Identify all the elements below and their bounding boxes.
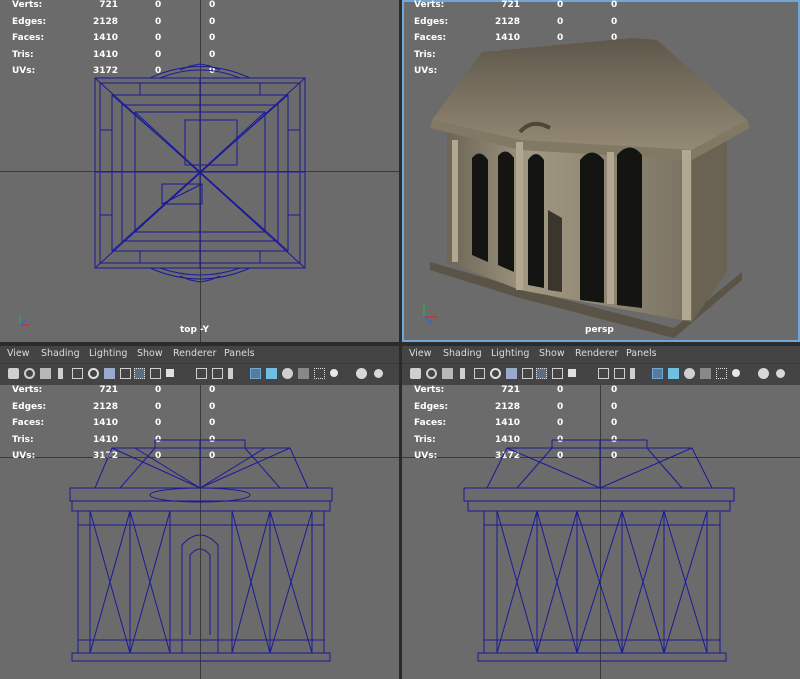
use-lights-icon[interactable] [298, 368, 309, 379]
ambient-occlusion-icon[interactable] [330, 369, 338, 377]
resolution-gate-icon[interactable] [490, 368, 501, 379]
menu-view[interactable]: View [409, 348, 432, 359]
default-material-icon[interactable] [668, 368, 679, 379]
wireframe-icon[interactable] [598, 368, 609, 379]
ambient-occlusion-icon[interactable] [732, 369, 740, 377]
persp-viewport[interactable]: Verts: 721 0 0 Edges: 2128 0 0 Faces: 1410 0 0 Tr… [402, 0, 800, 342]
textured-icon[interactable] [282, 368, 293, 379]
default-material-icon[interactable] [266, 368, 277, 379]
gate-mask-icon[interactable] [506, 368, 517, 379]
panel-menubar: View Shading Lighting Show Renderer Pane… [0, 346, 399, 363]
menu-panels[interactable]: Panels [224, 348, 255, 359]
smooth-shade-icon[interactable] [250, 368, 261, 379]
camera-label: persp [585, 325, 614, 335]
grid-icon[interactable] [536, 368, 547, 379]
menu-view[interactable]: View [7, 348, 30, 359]
ambient-occlusion-icon[interactable] [374, 369, 383, 378]
menu-lighting[interactable]: Lighting [89, 348, 127, 359]
axis-gizmo-icon [423, 303, 438, 324]
shaded-mausoleum-model [430, 38, 750, 338]
camera-attributes-icon[interactable] [426, 368, 437, 379]
panel-divider-horizontal[interactable] [0, 342, 800, 346]
safe-action-icon[interactable] [150, 368, 161, 379]
top-wireframe-mesh [94, 63, 306, 283]
field-chart-icon[interactable] [120, 368, 131, 379]
panel-toolbar [402, 363, 800, 385]
image-plane-icon[interactable] [460, 368, 465, 379]
wireframe-icon[interactable] [196, 368, 207, 379]
film-gate-icon[interactable] [474, 368, 485, 379]
menu-shading[interactable]: Shading [443, 348, 482, 359]
isolate-select-icon[interactable] [630, 368, 635, 379]
panel-divider-vertical[interactable] [399, 0, 402, 679]
xray-icon[interactable] [614, 368, 625, 379]
xray-joints-icon[interactable] [758, 368, 769, 379]
menu-renderer[interactable]: Renderer [575, 348, 618, 359]
panel-menubar: View Shading Lighting Show Renderer Pane… [402, 346, 800, 363]
menu-lighting[interactable]: Lighting [491, 348, 529, 359]
textured-icon[interactable] [684, 368, 695, 379]
safe-action-icon[interactable] [552, 368, 563, 379]
gate-mask-icon[interactable] [104, 368, 115, 379]
shadows-icon[interactable] [314, 368, 325, 379]
front-viewport[interactable]: Verts: 721 0 0 Edges: 2128 0 0 Faces: 1410 0 0 Tr… [0, 385, 399, 679]
use-lights-icon[interactable] [700, 368, 711, 379]
grid-icon[interactable] [134, 368, 145, 379]
film-gate-icon[interactable] [72, 368, 83, 379]
xray-joints-icon[interactable] [356, 368, 367, 379]
bookmark-icon[interactable] [442, 368, 453, 379]
isolate-select-icon[interactable] [228, 368, 233, 379]
menu-shading[interactable]: Shading [41, 348, 80, 359]
front-wireframe-mesh [69, 439, 333, 662]
side-wireframe-mesh [463, 439, 735, 662]
safe-title-icon[interactable] [166, 369, 174, 377]
menu-panels[interactable]: Panels [626, 348, 657, 359]
ambient-occlusion-icon[interactable] [776, 369, 785, 378]
side-viewport[interactable]: Verts: 721 0 0 Edges: 2128 0 0 Faces: 1410 0 0 Tr… [402, 385, 800, 679]
smooth-shade-icon[interactable] [652, 368, 663, 379]
bookmark-icon[interactable] [40, 368, 51, 379]
menu-renderer[interactable]: Renderer [173, 348, 216, 359]
camera-label: top -Y [180, 325, 209, 335]
camera-icon[interactable] [410, 368, 421, 379]
menu-show[interactable]: Show [137, 348, 163, 359]
safe-title-icon[interactable] [568, 369, 576, 377]
field-chart-icon[interactable] [522, 368, 533, 379]
camera-attributes-icon[interactable] [24, 368, 35, 379]
shadows-icon[interactable] [716, 368, 727, 379]
axis-gizmo-icon [19, 315, 30, 326]
panel-toolbar [0, 363, 399, 385]
resolution-gate-icon[interactable] [88, 368, 99, 379]
top-viewport[interactable]: Verts: 721 0 0 Edges: 2128 0 0 Faces: 1410 0 0 Tr… [0, 0, 399, 342]
image-plane-icon[interactable] [58, 368, 63, 379]
xray-icon[interactable] [212, 368, 223, 379]
menu-show[interactable]: Show [539, 348, 565, 359]
camera-icon[interactable] [8, 368, 19, 379]
